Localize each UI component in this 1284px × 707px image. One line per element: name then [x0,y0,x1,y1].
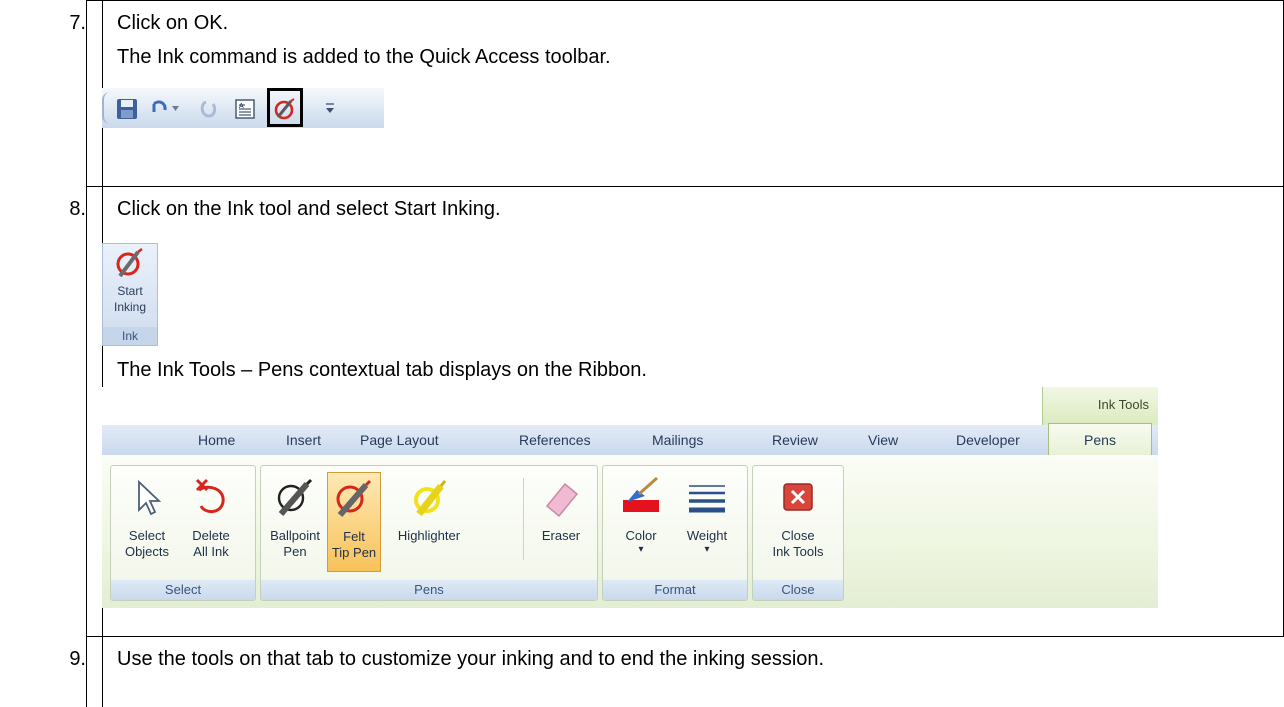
tab-page-layout: Page Layout [360,432,439,448]
tab-pens: Pens [1048,423,1152,456]
group-label: Close [753,580,843,600]
button-label: Select [128,528,166,543]
step-number: 7. [69,12,86,34]
button-label: Felt [343,529,365,544]
button-label: Eraser [541,528,581,543]
start-inking-icon [116,248,143,278]
customize-toolbar-icon [326,103,334,113]
table-left-border [86,0,87,707]
tab-view: View [868,432,899,448]
step-text: Click on the Ink tool and select Start I… [117,198,501,220]
ink-command-highlight [267,88,303,127]
group-separator [523,478,524,560]
svg-text:A: A [239,103,244,110]
dropdown-arrow: ▾ [704,544,710,555]
group-label: Format [603,580,747,600]
button-label: Ink Tools [772,544,824,559]
table-row-divider [86,0,1284,1]
tab-insert: Insert [286,432,322,448]
group-label: Select [111,580,255,600]
tab-references: References [519,432,591,448]
table-row-divider [86,636,1284,637]
tab-home: Home [198,432,236,448]
close-icon [783,483,813,511]
eraser-icon [545,482,579,518]
button-label: Tip Pen [331,545,377,560]
button-label: All Ink [193,544,229,559]
ink-group-label: Ink [103,327,157,345]
redo-icon [200,100,217,118]
step-text: Use the tools on that tab to customize y… [117,648,825,670]
felt-tip-pen-button: Felt Tip Pen [327,472,381,572]
table-row-divider [86,186,1284,187]
eraser-button: Eraser [531,472,591,572]
ballpoint-pen-icon [277,478,313,516]
group-label: Pens [261,580,597,600]
format-group: Color ▾ Weight ▾ Format [602,465,748,601]
highlighter-icon [414,480,447,517]
felt-tip-pen-icon [336,479,372,517]
select-group: Select Objects Delete All Ink Select [110,465,256,601]
close-ink-tools-button: Close Ink Tools [757,472,839,572]
delete-ink-icon [195,478,225,513]
undo-dropdown-icon [172,106,179,111]
step-number: 9. [69,648,86,670]
step-text: The Ink command is added to the Quick Ac… [117,46,611,68]
weight-icon [689,485,725,513]
save-icon [117,99,137,119]
ballpoint-pen-button: Ballpoint Pen [265,472,325,572]
close-group: Close Ink Tools Close [752,465,844,601]
undo-icon [152,100,167,112]
cursor-arrow-icon [138,479,162,516]
ribbon-image: Ink Tools Home Insert Page Layout Refere… [102,387,1158,608]
button-label: Ballpoint [270,528,320,543]
toolbar-edge [102,92,110,124]
button-label: Objects [124,544,170,559]
dropdown-arrow: ▾ [638,544,644,555]
contextual-tab-header-label: Ink Tools [1097,397,1149,412]
button-label: Close [781,528,815,543]
start-inking-label: Inking [113,300,147,314]
highlighter-button: Highlighter [383,472,475,572]
contextual-tab-header: Ink Tools [1042,387,1158,425]
text-box-icon: A [235,99,255,119]
delete-all-ink-button: Delete All Ink [179,472,243,572]
tab-review: Review [772,432,818,448]
button-label: Pen [283,544,307,559]
tab-mailings: Mailings [652,432,704,448]
weight-button: Weight ▾ [675,472,739,572]
button-label: Highlighter [397,528,461,543]
start-inking-group-image: Start Inking Ink [102,243,158,346]
quick-access-toolbar-image: A [102,88,400,128]
start-inking-label: Start [117,284,143,298]
toolbar-end [384,88,400,128]
select-objects-button: Select Objects [117,472,177,572]
step-text: Click on OK. [117,12,229,34]
step-text: The Ink Tools – Pens contextual tab disp… [117,359,647,381]
color-button: Color ▾ [609,472,673,572]
tab-developer: Developer [956,432,1020,448]
ribbon-title-area [102,387,1158,425]
button-label: Delete [192,528,230,543]
step-number: 8. [69,198,86,220]
pens-group: Ballpoint Pen Felt Tip Pen Highlighter E… [260,465,598,601]
color-icon [623,476,659,512]
